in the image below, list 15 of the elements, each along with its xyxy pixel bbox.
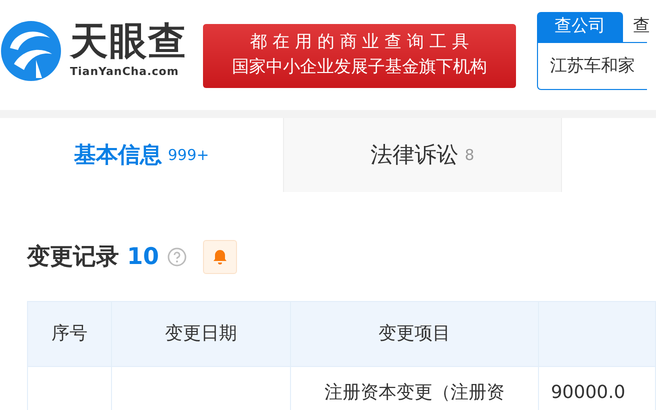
nav-tab[interactable]: 法律诉讼 8: [284, 118, 562, 192]
search-field[interactable]: 江苏车和家: [537, 42, 647, 90]
bell-icon[interactable]: [203, 240, 238, 274]
search-tab[interactable]: 查: [623, 12, 650, 42]
search-tab[interactable]: 查公司: [537, 12, 623, 42]
logo-domain: TianYanCha.com: [70, 64, 180, 80]
logo-icon: [0, 20, 62, 82]
column-header: 变更日期: [112, 301, 290, 366]
promo-banner: 都 在 用 的 商 业 查 询 工 具 国家中小企业发展子基金旗下机构: [203, 24, 516, 88]
column-header: 变更项目: [290, 301, 538, 366]
column-header: 序号: [28, 301, 112, 366]
help-icon[interactable]: [167, 247, 188, 268]
logo-text: 天眼查: [70, 22, 187, 60]
section-title: 变更记录: [27, 243, 119, 272]
section-count: 10: [127, 243, 160, 272]
